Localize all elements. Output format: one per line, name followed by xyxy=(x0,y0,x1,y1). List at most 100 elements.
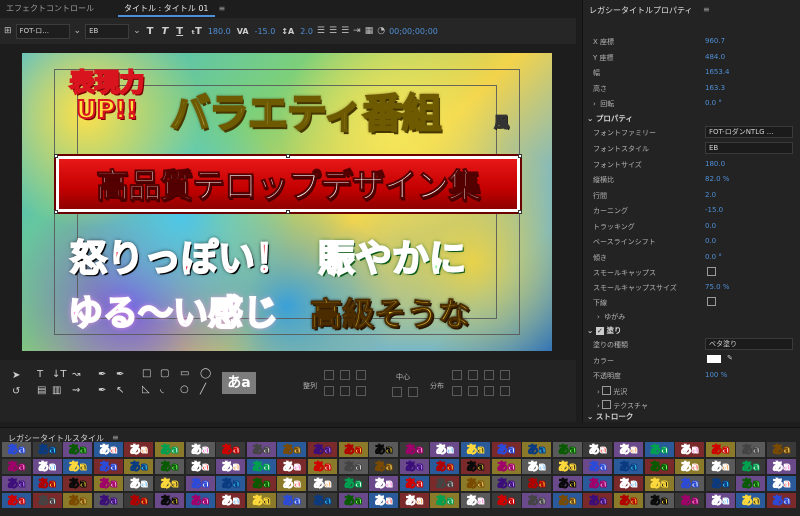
path-type-tool-icon[interactable]: ↝ xyxy=(72,369,80,380)
title-style-swatch[interactable]: あa xyxy=(93,476,123,491)
align-right-icon[interactable] xyxy=(356,370,366,380)
fill-checkbox[interactable]: ✓ xyxy=(595,327,604,335)
add-anchor-tool-icon[interactable]: ✒ xyxy=(116,369,124,380)
tab-stops-icon[interactable]: ⇥ xyxy=(353,26,361,36)
title-style-swatch[interactable]: あa xyxy=(461,493,490,508)
title-style-swatch[interactable]: あa xyxy=(736,493,766,508)
title-style-swatch[interactable]: あa xyxy=(216,459,246,474)
align-center-icon[interactable]: ☰ xyxy=(329,26,337,36)
title-style-swatch[interactable]: あa xyxy=(552,493,582,508)
align-left-icon[interactable] xyxy=(324,370,334,380)
headline-variety[interactable]: バラエティ番組 xyxy=(169,81,443,139)
font-size-value[interactable]: 180.0 xyxy=(208,27,231,36)
selection-handle[interactable] xyxy=(518,210,522,214)
title-style-swatch[interactable]: あa xyxy=(155,493,184,508)
vertical-area-type-tool-icon[interactable]: ▥ xyxy=(52,385,61,396)
title-style-swatch[interactable]: あa xyxy=(736,459,766,474)
prop-row-distort[interactable]: › ゆがみ xyxy=(583,309,800,324)
align-right-icon[interactable]: ☰ xyxy=(341,26,349,36)
align-vcenter-icon[interactable] xyxy=(340,386,350,396)
title-style-swatch[interactable]: あa xyxy=(583,493,613,508)
font-style-select[interactable]: EB xyxy=(705,142,793,154)
bold-button[interactable]: T xyxy=(145,26,156,37)
tab-title-01[interactable]: タイトル : タイトル 01 xyxy=(118,0,215,17)
title-style-swatch[interactable]: あa xyxy=(552,459,582,474)
align-left-icon[interactable]: ☰ xyxy=(317,26,325,36)
title-style-swatch[interactable]: あa xyxy=(308,493,337,508)
wedge-tool-icon[interactable]: ◺ xyxy=(142,384,150,395)
properties-section-header[interactable]: ⌄ プロパティ xyxy=(587,113,633,124)
title-style-swatch[interactable]: あa xyxy=(216,493,246,508)
title-style-swatch[interactable]: あa xyxy=(338,476,368,491)
rotate-tool-icon[interactable]: ↺ xyxy=(12,386,20,397)
title-style-swatch[interactable]: あa xyxy=(644,476,674,491)
center-vertical-icon[interactable] xyxy=(408,387,418,397)
title-style-swatch[interactable]: あa xyxy=(124,476,154,491)
title-style-swatch[interactable]: あa xyxy=(767,459,796,474)
prop-row-sheen[interactable]: › 光沢 xyxy=(583,382,800,397)
title-style-swatch[interactable]: あa xyxy=(491,476,521,491)
small-caps-checkbox[interactable] xyxy=(707,267,716,276)
title-style-swatch[interactable]: あa xyxy=(399,459,429,474)
title-style-swatch[interactable]: あa xyxy=(522,459,552,474)
prop-row-rotation[interactable]: › 回転 0.0 ° xyxy=(583,96,800,111)
align-top-icon[interactable] xyxy=(324,386,334,396)
title-style-swatch[interactable]: あa xyxy=(399,442,429,457)
align-hcenter-icon[interactable] xyxy=(340,370,350,380)
selection-handle[interactable] xyxy=(518,154,522,158)
title-style-swatch[interactable]: あa xyxy=(675,493,705,508)
title-style-swatch[interactable]: あa xyxy=(338,493,368,508)
title-style-swatch[interactable]: あa xyxy=(399,493,429,508)
band-title-text[interactable]: 高品質テロップデザイン集 xyxy=(56,159,520,207)
vertical-path-type-tool-icon[interactable]: ⇝ xyxy=(72,385,80,396)
convert-anchor-tool-icon[interactable]: ↖ xyxy=(116,385,124,396)
title-style-swatch[interactable]: あa xyxy=(461,459,490,474)
title-style-swatch[interactable]: あa xyxy=(767,442,796,457)
title-style-swatch[interactable]: あa xyxy=(246,476,276,491)
title-style-swatch[interactable]: あa xyxy=(705,493,735,508)
title-style-swatch[interactable]: あa xyxy=(369,476,399,491)
clipped-rect-tool-icon[interactable]: ▭ xyxy=(180,368,189,379)
font-family-select[interactable]: FOT-ロダンNTLG ... xyxy=(705,126,793,138)
title-style-swatch[interactable]: あa xyxy=(644,442,674,457)
title-style-swatch[interactable]: あa xyxy=(308,476,337,491)
title-style-swatch[interactable]: あa xyxy=(461,442,490,457)
title-style-swatch[interactable]: あa xyxy=(277,442,307,457)
title-style-swatch[interactable]: あa xyxy=(277,493,307,508)
title-style-swatch[interactable]: あa xyxy=(675,442,705,457)
center-horizontal-icon[interactable] xyxy=(392,387,402,397)
title-style-swatch[interactable]: あa xyxy=(2,459,31,474)
sheen-checkbox[interactable] xyxy=(602,386,612,395)
underline-button[interactable]: T xyxy=(174,26,185,37)
title-style-swatch[interactable]: あa xyxy=(430,459,460,474)
fill-section-header[interactable]: ⌄ ✓ 塗り xyxy=(587,325,622,336)
title-style-swatch[interactable]: あa xyxy=(32,442,62,457)
title-style-swatch[interactable]: あa xyxy=(277,459,307,474)
title-style-swatch[interactable]: あa xyxy=(675,476,705,491)
title-style-swatch[interactable]: あa xyxy=(705,442,735,457)
selection-tool-icon[interactable]: ➤ xyxy=(12,370,20,381)
title-style-swatch[interactable]: あa xyxy=(185,459,215,474)
title-style-swatch[interactable]: あa xyxy=(2,442,31,457)
title-style-swatch[interactable]: あa xyxy=(185,476,215,491)
title-style-swatch[interactable]: あa xyxy=(124,442,154,457)
distribute-hcenter-icon[interactable] xyxy=(468,370,478,380)
styles-menu-icon[interactable]: ≡ xyxy=(112,433,119,442)
text-angry[interactable]: 怒りっぽい！ xyxy=(69,228,293,282)
title-style-swatch[interactable]: あa xyxy=(705,459,735,474)
chevron-down-icon[interactable]: ⌄ xyxy=(74,26,82,36)
title-style-swatch[interactable]: あa xyxy=(736,442,766,457)
title-new-icon[interactable]: ⊞ xyxy=(4,26,12,36)
title-style-swatch[interactable]: あa xyxy=(369,442,399,457)
title-style-swatch[interactable]: あa xyxy=(522,493,552,508)
title-style-swatch[interactable]: あa xyxy=(93,442,123,457)
safe-area-icon[interactable]: ▦ xyxy=(365,26,374,36)
title-style-swatch[interactable]: あa xyxy=(338,459,368,474)
title-style-swatch[interactable]: あa xyxy=(308,442,337,457)
text-lively[interactable]: 賑やかに xyxy=(317,228,467,282)
title-style-swatch[interactable]: あa xyxy=(369,459,399,474)
title-style-swatch[interactable]: あa xyxy=(338,442,368,457)
title-style-swatch[interactable]: あa xyxy=(736,476,766,491)
title-style-swatch[interactable]: あa xyxy=(63,476,93,491)
title-style-swatch[interactable]: あa xyxy=(552,442,582,457)
